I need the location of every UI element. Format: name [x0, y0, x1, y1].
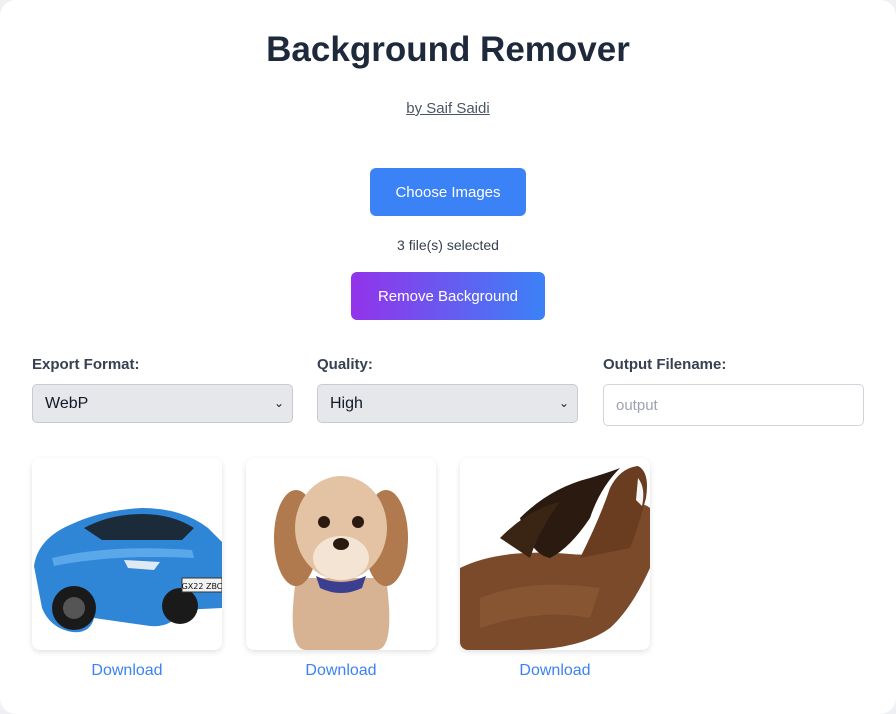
chevron-down-icon: ⌄: [558, 396, 569, 410]
chevron-down-icon: ⌄: [273, 396, 284, 410]
download-link-horse[interactable]: Download: [460, 662, 650, 680]
page-title: Background Remover: [266, 30, 630, 69]
quality-select[interactable]: High ⌄: [317, 384, 578, 423]
result-image-horse: [460, 458, 650, 650]
export-format-label: Export Format:: [32, 356, 140, 373]
download-link-dog[interactable]: Download: [246, 662, 436, 680]
export-format-value: WebP: [45, 395, 89, 412]
file-selection-status: 3 file(s) selected: [397, 237, 499, 253]
quality-label: Quality:: [317, 356, 373, 373]
output-filename-field: Output Filename:: [603, 356, 864, 426]
output-filename-label: Output Filename:: [603, 356, 727, 373]
quality-value: High: [330, 395, 363, 412]
author-link[interactable]: by Saif Saidi: [406, 100, 489, 117]
export-format-select[interactable]: WebP ⌄: [32, 384, 293, 423]
quality-field: Quality: High ⌄: [317, 356, 578, 423]
author-credit: by Saif Saidi: [0, 100, 896, 117]
download-link-car[interactable]: Download: [32, 662, 222, 680]
result-image-car: GX22 ZBC: [32, 458, 222, 650]
license-plate-text: GX22 ZBC: [182, 582, 222, 591]
output-filename-input[interactable]: [603, 384, 864, 426]
choose-images-button[interactable]: Choose Images: [370, 168, 526, 216]
remove-background-button[interactable]: Remove Background: [351, 272, 545, 320]
export-format-field: Export Format: WebP ⌄: [32, 356, 293, 423]
result-image-dog: [246, 458, 436, 650]
main-card: Background Remover by Saif Saidi Choose …: [0, 0, 896, 714]
